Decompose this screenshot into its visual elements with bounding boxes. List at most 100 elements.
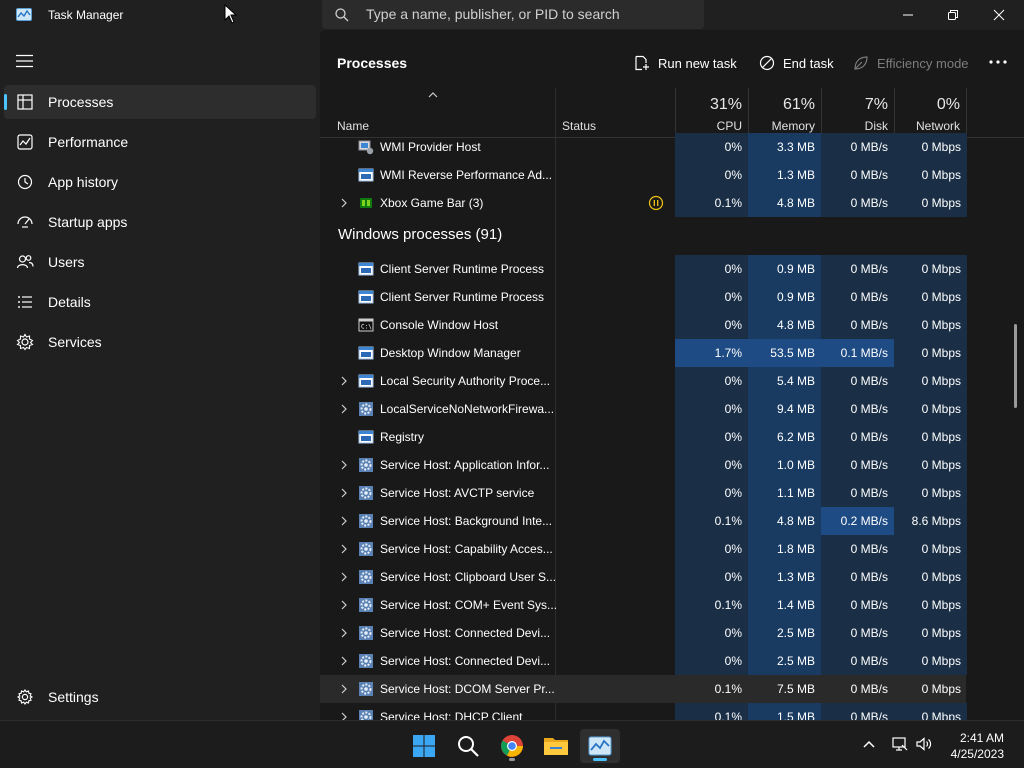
chevron-right-icon[interactable] <box>340 544 348 554</box>
mouse-cursor-icon <box>224 4 238 24</box>
search-input[interactable] <box>366 5 696 23</box>
group-header-windows-processes: Windows processes (91) <box>338 226 503 243</box>
volume-icon[interactable] <box>916 736 932 752</box>
column-cpu[interactable]: 31% CPU <box>675 88 748 138</box>
table-row[interactable]: 0% 1.3 MB 0 MB/s 0 Mbps Service Host: Clipbo… <box>320 563 967 591</box>
column-memory[interactable]: 61% Memory <box>748 88 821 138</box>
search-icon <box>458 736 479 757</box>
start-button[interactable] <box>404 729 444 763</box>
hamburger-menu-icon[interactable] <box>16 54 34 68</box>
sidebar-item-details[interactable]: Details <box>4 285 316 319</box>
memory-cell: 1.0 MB <box>748 451 821 479</box>
column-name[interactable]: Name <box>337 119 369 133</box>
file-explorer-button[interactable] <box>536 729 576 763</box>
table-row[interactable]: 0% 2.5 MB 0 MB/s 0 Mbps Service Host: Connec… <box>320 619 967 647</box>
processes-icon <box>17 94 33 110</box>
memory-cell: 0.9 MB <box>748 255 821 283</box>
table-row[interactable]: 0% 3.3 MB 0 MB/s 0 Mbps WMI Provider Host <box>320 133 967 161</box>
cpu-cell: 0.1% <box>675 703 748 720</box>
table-row[interactable]: 0% 6.2 MB 0 MB/s 0 Mbps Registry <box>320 423 967 451</box>
sidebar-item-startup-apps[interactable]: Startup apps <box>4 205 316 239</box>
chevron-right-icon[interactable] <box>340 376 348 386</box>
chevron-right-icon[interactable] <box>340 516 348 526</box>
column-disk[interactable]: 7% Disk <box>821 88 894 138</box>
sidebar-item-services[interactable]: Services <box>4 325 316 359</box>
network-cell: 8.6 Mbps <box>894 507 967 535</box>
window-icon <box>358 374 374 388</box>
memory-cell: 1.8 MB <box>748 535 821 563</box>
table-row[interactable]: 0% 4.8 MB 0 MB/s 0 Mbps C:\ Console Window Ho… <box>320 311 967 339</box>
chevron-right-icon[interactable] <box>340 628 348 638</box>
sidebar-item-app-history[interactable]: App history <box>4 165 316 199</box>
disk-cell: 0 MB/s <box>821 189 894 217</box>
chevron-right-icon[interactable] <box>340 572 348 582</box>
table-row[interactable]: 0% 1.1 MB 0 MB/s 0 Mbps Service Host: AVCTP … <box>320 479 967 507</box>
minimize-button[interactable] <box>885 0 931 30</box>
sidebar: Processes Performance App history Startu… <box>0 30 320 720</box>
table-row[interactable]: 0.1% 7.5 MB 0 MB/s 0 Mbps Service Host: DCOM… <box>320 675 966 703</box>
table-row[interactable]: 0.1% 1.5 MB 0 MB/s 0 Mbps Service Host: DHCP… <box>320 703 967 720</box>
disk-cell: 0 MB/s <box>821 311 894 339</box>
process-name: Service Host: COM+ Event Sys... <box>380 598 558 612</box>
cpu-cell: 0% <box>675 283 748 311</box>
cpu-total: 31% <box>709 96 742 113</box>
chevron-up-icon[interactable] <box>861 736 877 752</box>
taskbar-search-button[interactable] <box>448 729 488 763</box>
disk-cell: 0 MB/s <box>821 283 894 311</box>
disk-cell: 0 MB/s <box>821 619 894 647</box>
sidebar-item-settings[interactable]: Settings <box>4 680 316 714</box>
table-row[interactable]: 0.1% 4.8 MB 0.2 MB/s 8.6 Mbps Service Host: … <box>320 507 967 535</box>
network-cell: 0 Mbps <box>894 339 967 367</box>
network-cell: 0 Mbps <box>921 682 961 696</box>
leaf-icon <box>854 56 868 70</box>
cpu-cell: 0.1% <box>675 591 748 619</box>
paused-status-icon <box>648 195 664 211</box>
table-row[interactable]: 0.1% 4.8 MB 0 MB/s 0 Mbps Xbox Game Bar (3) <box>320 189 967 217</box>
chevron-right-icon[interactable] <box>340 600 348 610</box>
sidebar-item-processes[interactable]: Processes <box>4 85 316 119</box>
restore-button[interactable] <box>930 0 976 30</box>
network-icon[interactable] <box>892 736 908 752</box>
chevron-right-icon[interactable] <box>340 404 348 414</box>
table-row[interactable]: 0.1% 1.4 MB 0 MB/s 0 Mbps Service Host: COM+… <box>320 591 967 619</box>
table-row[interactable]: 0% 5.4 MB 0 MB/s 0 Mbps Local Security Autho… <box>320 367 967 395</box>
table-row[interactable]: 0% 0.9 MB 0 MB/s 0 Mbps Client Server Runtim… <box>320 255 967 283</box>
table-row[interactable]: 1.7% 53.5 MB 0.1 MB/s 0 Mbps Desktop Window … <box>320 339 967 367</box>
network-cell: 0 Mbps <box>894 255 967 283</box>
system-clock[interactable]: 2:41 AM 4/25/2023 <box>951 730 1004 762</box>
column-status[interactable]: Status <box>562 119 596 133</box>
disk-cell: 0 MB/s <box>821 423 894 451</box>
sidebar-item-users[interactable]: Users <box>4 245 316 279</box>
chevron-right-icon[interactable] <box>340 488 348 498</box>
end-task-button[interactable]: End task <box>759 52 834 74</box>
gear-icon <box>359 486 373 500</box>
task-manager-taskbar-button[interactable] <box>580 729 620 763</box>
table-row[interactable]: 0% 0.9 MB 0 MB/s 0 Mbps Client Server Runtim… <box>320 283 967 311</box>
cpu-label: CPU <box>716 119 742 133</box>
table-row[interactable]: 0% 2.5 MB 0 MB/s 0 Mbps Service Host: Connec… <box>320 647 967 675</box>
chevron-right-icon[interactable] <box>340 684 348 694</box>
table-row[interactable]: 0% 1.8 MB 0 MB/s 0 Mbps Service Host: Capabi… <box>320 535 967 563</box>
chrome-button[interactable] <box>492 729 532 763</box>
scrollbar-thumb[interactable] <box>1014 324 1017 408</box>
window-icon <box>358 430 374 444</box>
close-button[interactable] <box>976 0 1022 30</box>
column-network[interactable]: 0% Network <box>894 88 967 138</box>
gear-icon <box>359 598 373 612</box>
more-options-icon[interactable] <box>988 56 1008 68</box>
run-new-task-button[interactable]: Run new task <box>634 52 737 74</box>
table-row[interactable]: 0% 9.4 MB 0 MB/s 0 Mbps LocalServiceNoNetwor… <box>320 395 967 423</box>
process-name: Service Host: AVCTP service <box>380 486 535 500</box>
chevron-right-icon[interactable] <box>340 460 348 470</box>
chevron-right-icon[interactable] <box>340 712 348 720</box>
memory-cell: 2.5 MB <box>748 647 821 675</box>
sidebar-item-performance[interactable]: Performance <box>4 125 316 159</box>
chevron-right-icon[interactable] <box>340 656 348 666</box>
efficiency-mode-button[interactable]: Efficiency mode <box>853 52 969 74</box>
cpu-cell: 0% <box>675 133 748 161</box>
chevron-right-icon[interactable] <box>340 198 348 208</box>
minimize-icon <box>903 14 913 16</box>
network-cell: 0 Mbps <box>894 703 967 720</box>
table-row[interactable]: 0% 1.0 MB 0 MB/s 0 Mbps Service Host: Applic… <box>320 451 967 479</box>
table-row[interactable]: 0% 1.3 MB 0 MB/s 0 Mbps WMI Reverse Performa… <box>320 161 967 189</box>
